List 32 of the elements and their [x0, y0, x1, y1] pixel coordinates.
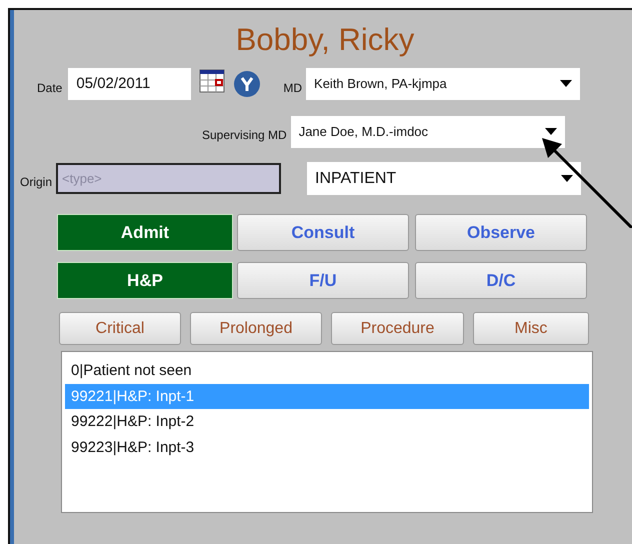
date-field[interactable]: 05/02/2011 [68, 68, 192, 100]
dropdown[interactable]: INPATIENT [307, 162, 582, 195]
dropdown-value: Jane Doe, M.D.-imdoc [298, 123, 428, 142]
tab-button[interactable]: D/C [415, 262, 587, 299]
category-button[interactable]: Procedure [331, 312, 464, 345]
dropdown-caret-icon [544, 128, 557, 136]
dropdown[interactable]: Jane Doe, M.D.-imdoc [290, 116, 565, 148]
dropdown-value: Keith Brown, PA-kjmpa [314, 75, 447, 94]
patient-name: Bobby, Ricky [234, 22, 416, 58]
tab-button[interactable]: Admit [57, 214, 233, 251]
round-letter-icon[interactable] [233, 70, 262, 98]
dropdown-caret-icon [560, 80, 572, 88]
list-item[interactable]: 99222|H&P: Inpt-2 [65, 409, 589, 435]
category-button[interactable]: Prolonged [190, 312, 322, 345]
category-button[interactable]: Critical [59, 312, 181, 345]
dropdown-value: INPATIENT [315, 168, 396, 188]
calendar-icon[interactable] [199, 69, 226, 93]
origin-field[interactable]: <type> [56, 163, 282, 194]
field-label: Supervising MD [202, 127, 287, 144]
dropdown-caret-icon [561, 174, 574, 182]
field-label: Date [37, 80, 62, 97]
tab-button[interactable]: Consult [237, 214, 409, 251]
category-button[interactable]: Misc [473, 312, 589, 345]
field-label: MD [283, 80, 302, 97]
list-item[interactable]: 99223|H&P: Inpt-3 [65, 435, 589, 461]
field-label: Origin [20, 174, 52, 190]
code-list[interactable]: 0|Patient not seen 99221|H&P: Inpt-1 99222|H&P: Inpt-2 99223|H&P: Inpt-3 [61, 351, 593, 513]
tab-button[interactable]: F/U [237, 262, 409, 299]
tab-button[interactable]: Observe [415, 214, 587, 251]
dropdown[interactable]: Keith Brown, PA-kjmpa [306, 68, 580, 100]
tab-button[interactable]: H&P [57, 262, 233, 299]
list-item[interactable]: 0|Patient not seen [65, 358, 589, 384]
